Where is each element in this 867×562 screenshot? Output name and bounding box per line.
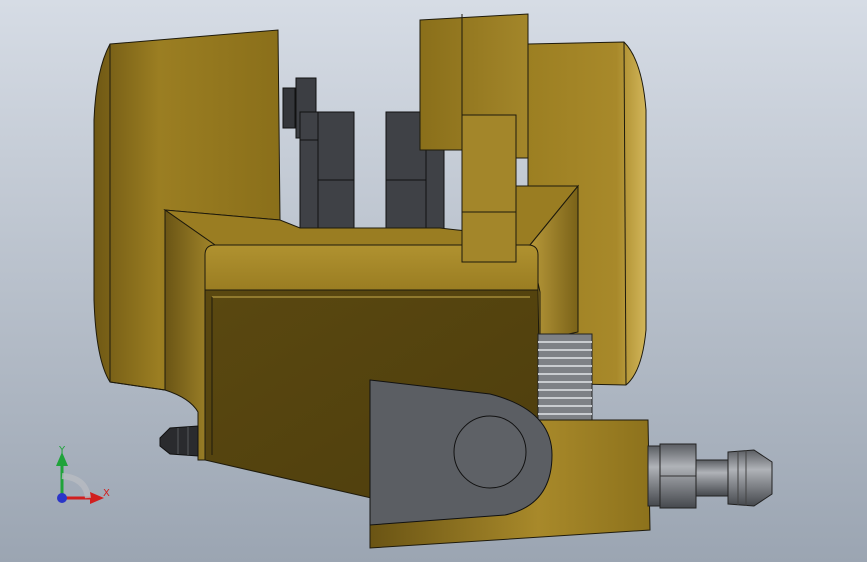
caliper-model-scene[interactable]: Y X — [0, 0, 867, 562]
z-axis-dot — [57, 493, 67, 503]
x-axis-label: X — [103, 488, 110, 499]
y-axis-label: Y — [58, 445, 66, 456]
adjuster-wheel[interactable] — [537, 333, 593, 427]
3d-viewport[interactable]: Y X — [0, 0, 867, 562]
pin-bore — [453, 415, 527, 489]
